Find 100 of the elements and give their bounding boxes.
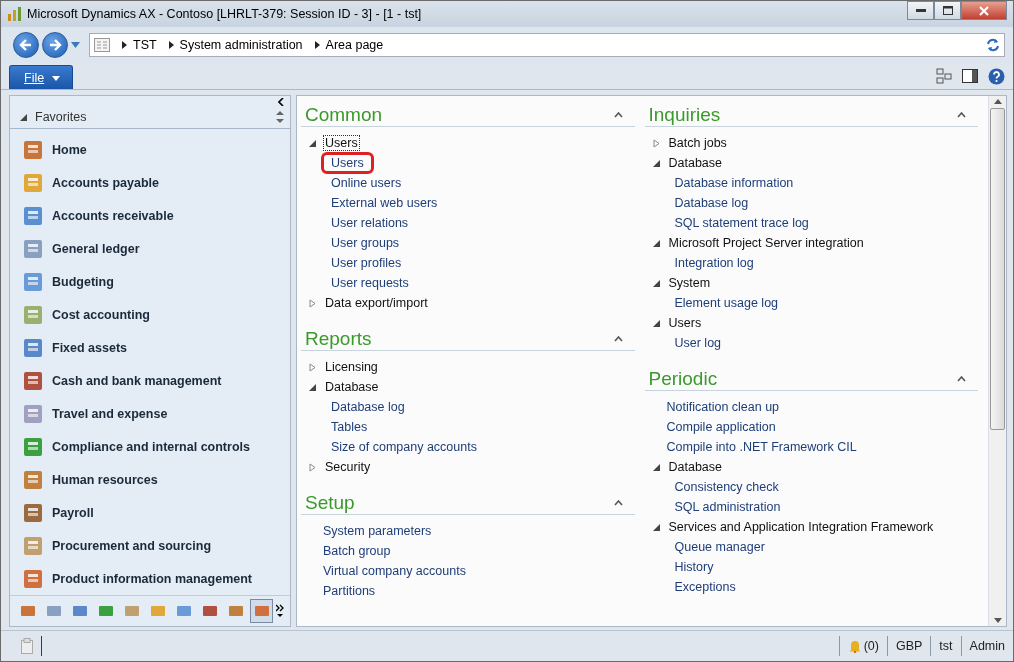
collapse-section-icon[interactable]: [957, 376, 966, 382]
tree-group[interactable]: Batch jobs: [666, 135, 729, 151]
clipboard-icon[interactable]: [21, 638, 33, 654]
collapse-section-icon[interactable]: [613, 500, 623, 506]
menu-link[interactable]: User groups: [321, 232, 410, 254]
menu-link[interactable]: Consistency check: [664, 476, 789, 498]
tree-group[interactable]: Microsoft Project Server integration: [666, 235, 866, 251]
menu-link[interactable]: Users: [321, 152, 374, 174]
menu-link[interactable]: User log: [664, 332, 732, 354]
menu-link[interactable]: Compile application: [656, 416, 786, 438]
collapse-pane-icon[interactable]: [278, 98, 284, 106]
collapsed-triangle-icon[interactable]: [652, 138, 660, 148]
file-menu-button[interactable]: File: [9, 65, 74, 89]
back-button[interactable]: [13, 32, 39, 58]
menu-link[interactable]: Integration log: [664, 252, 764, 274]
scroll-arrows-icon[interactable]: [276, 110, 284, 124]
menu-link[interactable]: Partitions: [313, 580, 386, 602]
module-link[interactable]: Compliance and internal controls: [52, 439, 250, 454]
collapsed-triangle-icon[interactable]: [309, 362, 316, 372]
hierarchy-icon[interactable]: [936, 68, 952, 84]
tree-group[interactable]: Database: [666, 155, 724, 171]
currency-indicator[interactable]: GBP: [895, 639, 923, 653]
breadcrumb-item[interactable]: System administration: [179, 38, 303, 52]
help-icon[interactable]: [988, 67, 1005, 85]
more-chevron-icon[interactable]: [276, 604, 284, 618]
menu-link[interactable]: External web users: [321, 192, 448, 214]
menu-link[interactable]: User relations: [321, 212, 419, 234]
module-link[interactable]: General ledger: [52, 241, 140, 256]
menu-link[interactable]: User profiles: [321, 252, 412, 274]
collapse-section-icon[interactable]: [613, 336, 623, 342]
section-title: Reports: [305, 328, 372, 350]
tree-group[interactable]: Users: [666, 315, 704, 331]
collapsed-triangle-icon[interactable]: [309, 462, 316, 472]
menu-link[interactable]: System parameters: [313, 520, 442, 542]
minimize-button[interactable]: [907, 1, 934, 20]
menu-link[interactable]: SQL statement trace log: [664, 212, 819, 234]
close-button[interactable]: [961, 1, 1007, 20]
scroll-up-icon[interactable]: [993, 99, 1002, 104]
vertical-scrollbar[interactable]: [988, 96, 1006, 626]
expanded-triangle-icon[interactable]: [652, 523, 660, 531]
collapse-section-icon[interactable]: [613, 112, 623, 118]
refresh-icon[interactable]: [986, 38, 1000, 52]
expanded-triangle-icon[interactable]: [652, 463, 660, 471]
module-link[interactable]: Cash and bank management: [52, 373, 222, 388]
expanded-triangle-icon[interactable]: [652, 279, 660, 287]
menu-link[interactable]: Element usage log: [664, 292, 789, 314]
menu-link[interactable]: History: [664, 556, 724, 578]
tree-group[interactable]: System: [666, 275, 713, 291]
address-bar[interactable]: TST System administration Area page: [89, 33, 1005, 57]
menu-link[interactable]: Database log: [321, 396, 415, 418]
menu-link[interactable]: Compile into .NET Framework CIL: [656, 436, 867, 458]
module-link[interactable]: Accounts payable: [52, 175, 159, 190]
expanded-triangle-icon[interactable]: [652, 159, 660, 167]
menu-link[interactable]: User requests: [321, 272, 419, 294]
menu-link[interactable]: Virtual company accounts: [313, 560, 476, 582]
expanded-triangle-icon[interactable]: [309, 139, 316, 147]
tree-group[interactable]: Licensing: [323, 359, 380, 375]
favorites-header[interactable]: Favorites: [35, 110, 87, 124]
module-link[interactable]: Procurement and sourcing: [52, 538, 212, 553]
menu-link[interactable]: Notification clean up: [656, 396, 790, 418]
expanded-triangle-icon[interactable]: [652, 239, 660, 247]
menu-link[interactable]: Database information: [664, 172, 804, 194]
collapse-section-icon[interactable]: [957, 112, 966, 118]
module-link[interactable]: Fixed assets: [52, 340, 128, 355]
expanded-triangle-icon[interactable]: [309, 383, 316, 391]
breadcrumb-item[interactable]: Area page: [325, 38, 384, 52]
tree-group[interactable]: Security: [323, 459, 373, 475]
alert-count[interactable]: (0): [863, 639, 879, 653]
breadcrumb-item[interactable]: TST: [133, 38, 157, 52]
menu-link[interactable]: Batch group: [313, 540, 401, 562]
module-link[interactable]: Home: [52, 142, 87, 157]
tree-group[interactable]: Database: [666, 459, 724, 475]
menu-link[interactable]: Database log: [664, 192, 759, 214]
module-link[interactable]: Cost accounting: [52, 307, 150, 322]
tree-group[interactable]: Users: [323, 135, 360, 151]
module-link[interactable]: Product information management: [52, 571, 253, 586]
dropdown-caret-icon[interactable]: [71, 42, 80, 48]
panel-layout-icon[interactable]: [962, 68, 978, 84]
scroll-down-icon[interactable]: [993, 618, 1002, 623]
tree-group[interactable]: Data export/import: [323, 295, 430, 311]
module-link[interactable]: Budgeting: [52, 274, 114, 289]
module-link[interactable]: Accounts receivable: [52, 208, 174, 223]
menu-link[interactable]: Exceptions: [664, 576, 746, 598]
tree-group[interactable]: Database: [323, 379, 381, 395]
maximize-button[interactable]: [934, 1, 961, 20]
role-indicator[interactable]: Admin: [969, 639, 1005, 653]
menu-link[interactable]: Tables: [321, 416, 378, 438]
tree-group[interactable]: Services and Application Integration Framework: [666, 519, 936, 535]
expanded-triangle-icon[interactable]: [652, 319, 660, 327]
menu-link[interactable]: Size of company accounts: [321, 436, 487, 458]
module-link[interactable]: Travel and expense: [52, 406, 168, 421]
forward-button[interactable]: [42, 32, 68, 58]
menu-link[interactable]: Online users: [321, 172, 412, 194]
module-link[interactable]: Human resources: [52, 472, 158, 487]
menu-link[interactable]: SQL administration: [664, 496, 791, 518]
module-link[interactable]: Payroll: [52, 505, 94, 520]
menu-link[interactable]: Queue manager: [664, 536, 775, 558]
collapsed-triangle-icon[interactable]: [309, 298, 316, 308]
expanded-triangle-icon[interactable]: [20, 113, 27, 121]
company-indicator[interactable]: tst: [939, 639, 953, 653]
